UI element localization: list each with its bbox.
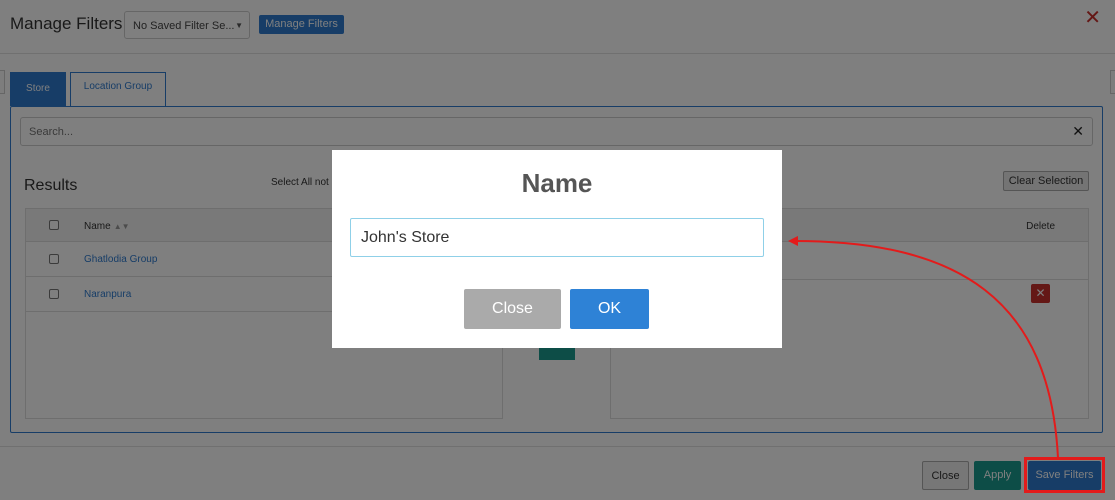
- dialog-close-button[interactable]: Close: [464, 289, 561, 329]
- manage-filters-window: Manage Filters No Saved Filter Se... ▼ M…: [0, 0, 1115, 500]
- name-input[interactable]: [350, 218, 764, 257]
- dialog-ok-button[interactable]: OK: [570, 289, 649, 329]
- annotation-highlight-box: [1024, 457, 1105, 493]
- name-dialog: Name Close OK: [332, 150, 782, 348]
- dialog-title: Name: [521, 168, 593, 198]
